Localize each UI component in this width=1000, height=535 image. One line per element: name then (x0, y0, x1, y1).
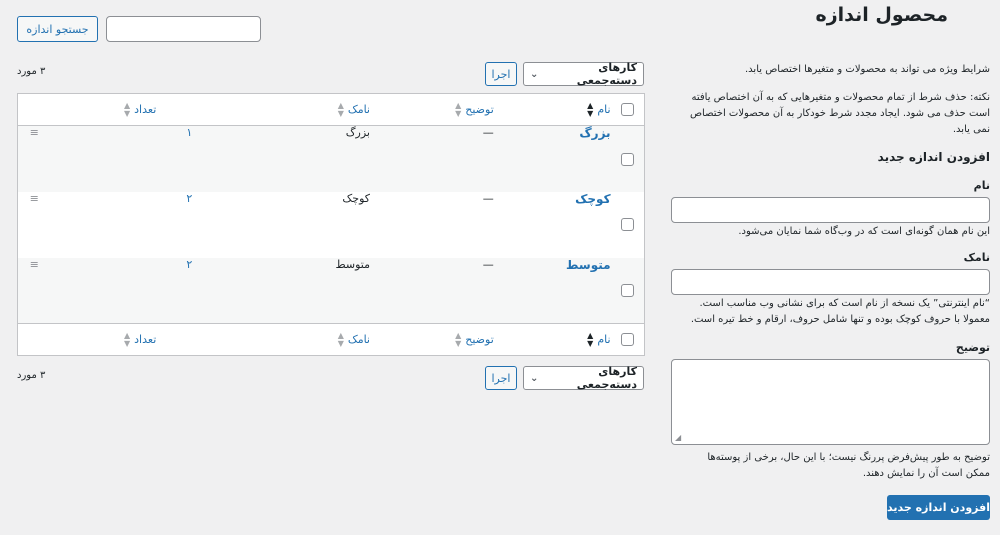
term-name-link[interactable]: کوچک (575, 192, 610, 206)
term-count-link[interactable]: ۲ (186, 258, 240, 271)
bulk-actions-label: کارهای دسته‌جمعی (576, 61, 637, 87)
term-count-link[interactable]: ۲ (186, 192, 240, 205)
column-footer-name[interactable]: نام ▲ ▼ (587, 330, 610, 348)
resize-grip-icon[interactable]: ◢ (675, 433, 681, 442)
sort-arrows-icon: ▲ ▼ (337, 100, 344, 118)
intro-note-line-2: است حذف می شود. ایجاد مجدد شرط خودکار به… (689, 108, 990, 119)
chevron-down-icon: ⌄ (530, 68, 539, 80)
add-new-size-button[interactable]: افزودن اندازه جدید (887, 495, 990, 520)
column-footer-description[interactable]: توضیح ▲ ▼ (455, 330, 494, 348)
sort-arrows-icon: ▲ ▼ (337, 330, 344, 348)
sort-arrows-icon: ▲ ▼ (587, 100, 594, 118)
page-title: محصول اندازه (815, 4, 948, 26)
term-description: — (482, 257, 494, 271)
name-label: نام (973, 179, 990, 192)
sort-arrows-icon: ▲ ▼ (455, 100, 462, 118)
sort-arrows-icon: ▲ ▼ (124, 100, 131, 118)
drag-handle-icon[interactable]: ≡ (18, 126, 51, 192)
intro-text: شرایط ویژه می تواند به محصولات و متغیرها… (745, 64, 990, 75)
slug-label: نامک (963, 251, 990, 264)
term-description: — (482, 191, 494, 205)
row-checkbox[interactable] (620, 218, 634, 232)
table-row: متوسط — متوسط ۲ ≡ (17, 257, 645, 324)
items-count-bottom: ۳ مورد (17, 370, 46, 381)
intro-note-line-3: نمی یابد. (952, 124, 990, 135)
sort-arrows-icon: ▲ ▼ (455, 330, 462, 348)
name-help-text: این نام همان گونه‌ای است که در وب‌گاه شم… (738, 226, 990, 237)
row-checkbox[interactable] (620, 284, 634, 297)
select-all-checkbox[interactable] (620, 333, 634, 347)
sort-arrows-icon: ▲ ▼ (124, 330, 131, 348)
term-slug: کوچک (342, 191, 370, 205)
items-count-top: ۳ مورد (17, 66, 46, 77)
apply-button-bottom[interactable]: اجرا (485, 366, 517, 390)
column-footer-slug[interactable]: نامک ▲ ▼ (337, 330, 370, 348)
name-field[interactable] (671, 197, 990, 223)
term-slug: بزرگ (345, 126, 370, 139)
search-input[interactable] (106, 16, 261, 42)
sort-arrows-icon: ▲ ▼ (587, 330, 594, 348)
description-textarea[interactable]: ◢ (671, 359, 990, 445)
table-row: کوچک — کوچک ۲ ≡ (18, 192, 645, 258)
table-row: بزرگ — بزرگ ۱ ≡ (17, 125, 645, 192)
description-label: توضیح (955, 341, 990, 354)
term-description: — (482, 126, 494, 139)
slug-field[interactable] (671, 269, 990, 295)
term-name-link[interactable]: بزرگ (579, 126, 610, 140)
chevron-down-icon: ⌄ (530, 372, 539, 384)
term-count-link[interactable]: ۱ (186, 126, 240, 139)
select-all-checkbox[interactable] (620, 103, 634, 117)
slug-help-line-1: “نام اینترنتی” یک نسخه از نام است که برا… (699, 298, 990, 309)
bulk-actions-select-top[interactable]: کارهای دسته‌جمعی ⌄ (523, 61, 644, 87)
drag-handle-icon[interactable]: ≡ (18, 258, 51, 324)
slug-help-line-2: معمولا با حروف کوچک بوده و تنها شامل حرو… (690, 314, 990, 325)
column-header-name[interactable]: نام ▲ ▼ (587, 100, 610, 118)
column-header-count[interactable]: تعداد ▲ ▼ (124, 100, 240, 118)
intro-note-line-1: نکته: حذف شرط از تمام محصولات و متغیرهای… (691, 92, 990, 103)
column-header-description[interactable]: توضیح ▲ ▼ (455, 100, 494, 118)
column-footer-count[interactable]: تعداد ▲ ▼ (124, 330, 240, 348)
search-button[interactable]: جستجو اندازه (17, 16, 98, 42)
term-name-link[interactable]: متوسط (566, 258, 611, 272)
add-form-heading: افزودن اندازه جدید (877, 150, 990, 164)
description-help-line-2: ممکن است آن را نمایش دهند. (862, 468, 990, 479)
drag-handle-icon[interactable]: ≡ (18, 192, 51, 258)
bulk-actions-label: کارهای دسته‌جمعی (576, 365, 637, 391)
row-checkbox[interactable] (620, 152, 634, 166)
term-slug: متوسط (335, 257, 370, 271)
description-help-line-1: توضیح به طور پیش‌فرض پررنگ نیست؛ با این … (707, 452, 990, 463)
terms-table: نام ▲ ▼ توضیح ▲ ▼ نامک ▲ ▼ تعداد ▲ ▼ بزر… (17, 93, 645, 356)
table-header-row: نام ▲ ▼ توضیح ▲ ▼ نامک ▲ ▼ تعداد ▲ ▼ (17, 93, 645, 126)
apply-button-top[interactable]: اجرا (485, 62, 517, 86)
column-header-slug[interactable]: نامک ▲ ▼ (337, 100, 370, 118)
bulk-actions-select-bottom[interactable]: کارهای دسته‌جمعی ⌄ (523, 365, 644, 391)
table-footer-row: نام ▲ ▼ توضیح ▲ ▼ نامک ▲ ▼ تعداد ▲ ▼ (17, 323, 645, 356)
